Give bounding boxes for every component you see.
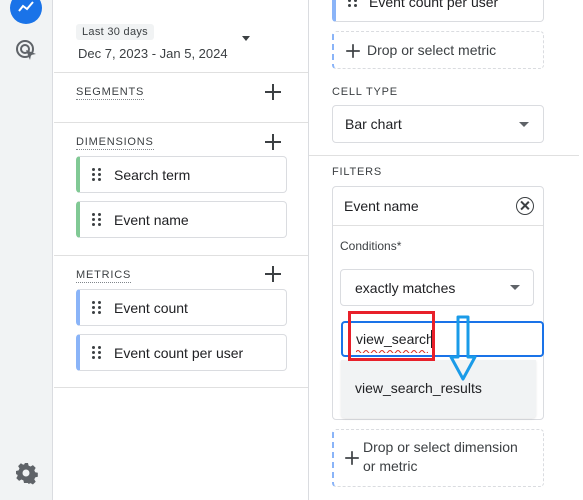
values-metric-label: Event count per user <box>369 0 499 10</box>
values-metric-chip[interactable]: Event count per user <box>332 0 544 22</box>
drop-metric-target[interactable]: Drop or select metric <box>332 31 544 69</box>
metric-chip-event-count[interactable]: Event count <box>76 289 287 326</box>
metric-label: Event count per user <box>114 344 244 361</box>
filter-field-name: Event name <box>344 198 419 214</box>
drag-handle-icon[interactable] <box>92 300 102 315</box>
divider <box>333 225 543 226</box>
autocomplete-suggestion[interactable]: view_search_results <box>341 360 536 418</box>
divider <box>54 387 309 388</box>
dimensions-title: DIMENSIONS <box>76 136 154 150</box>
drop-metric-label: Drop or select metric <box>367 42 497 58</box>
date-range-picker[interactable]: Last 30 days Dec 7, 2023 - Jan 5, 2024 <box>76 22 228 61</box>
cell-type-value: Bar chart <box>345 116 402 132</box>
date-preset-label: Last 30 days <box>76 24 154 40</box>
variables-panel: Last 30 days Dec 7, 2023 - Jan 5, 2024 S… <box>54 0 309 500</box>
divider <box>54 72 309 73</box>
metric-chip-event-count-per-user[interactable]: Event count per user <box>76 334 287 371</box>
add-segment-icon[interactable] <box>265 84 281 100</box>
drag-handle-icon[interactable] <box>348 0 358 13</box>
divider <box>54 122 309 123</box>
add-metric-icon[interactable] <box>265 266 281 282</box>
plus-icon <box>345 451 359 465</box>
dimension-label: Event name <box>114 211 189 228</box>
divider <box>309 155 579 156</box>
plus-icon <box>346 44 360 58</box>
gear-icon[interactable] <box>14 461 38 485</box>
divider <box>54 255 309 256</box>
cell-type-title: CELL TYPE <box>332 86 398 98</box>
drop-dimension-target[interactable]: Drop or select dimension or metric <box>332 429 544 487</box>
match-type-select[interactable]: exactly matches <box>340 269 534 306</box>
filters-title: FILTERS <box>332 166 383 178</box>
metrics-title: METRICS <box>76 269 132 283</box>
tab-settings-panel: Event count per user Drop or select metr… <box>309 0 579 500</box>
chevron-down-icon <box>510 285 520 290</box>
chevron-down-icon <box>519 122 529 127</box>
drop-dimension-line1: Drop or select dimension <box>363 439 518 455</box>
analytics-icon[interactable] <box>10 0 42 24</box>
drag-handle-icon[interactable] <box>92 167 102 182</box>
left-nav-rail <box>0 0 53 500</box>
dimension-chip-event-name[interactable]: Event name <box>76 201 287 238</box>
close-icon[interactable] <box>516 197 534 215</box>
segments-title: SEGMENTS <box>76 86 145 100</box>
drag-handle-icon[interactable] <box>92 345 102 360</box>
drag-handle-icon[interactable] <box>92 212 102 227</box>
chevron-down-icon[interactable] <box>242 36 250 41</box>
drop-dimension-line2: or metric <box>363 458 418 474</box>
cell-type-select[interactable]: Bar chart <box>332 105 544 143</box>
dimension-label: Search term <box>114 166 191 183</box>
conditions-label: Conditions* <box>340 239 402 253</box>
arrow-down-icon <box>449 315 477 381</box>
dimension-chip-search-term[interactable]: Search term <box>76 156 287 193</box>
add-dimension-icon[interactable] <box>265 134 281 150</box>
explore-cursor-icon[interactable] <box>14 38 40 64</box>
highlight-box <box>348 311 435 361</box>
match-type-value: exactly matches <box>355 280 456 296</box>
metric-label: Event count <box>114 299 188 316</box>
date-range-text: Dec 7, 2023 - Jan 5, 2024 <box>78 46 228 61</box>
